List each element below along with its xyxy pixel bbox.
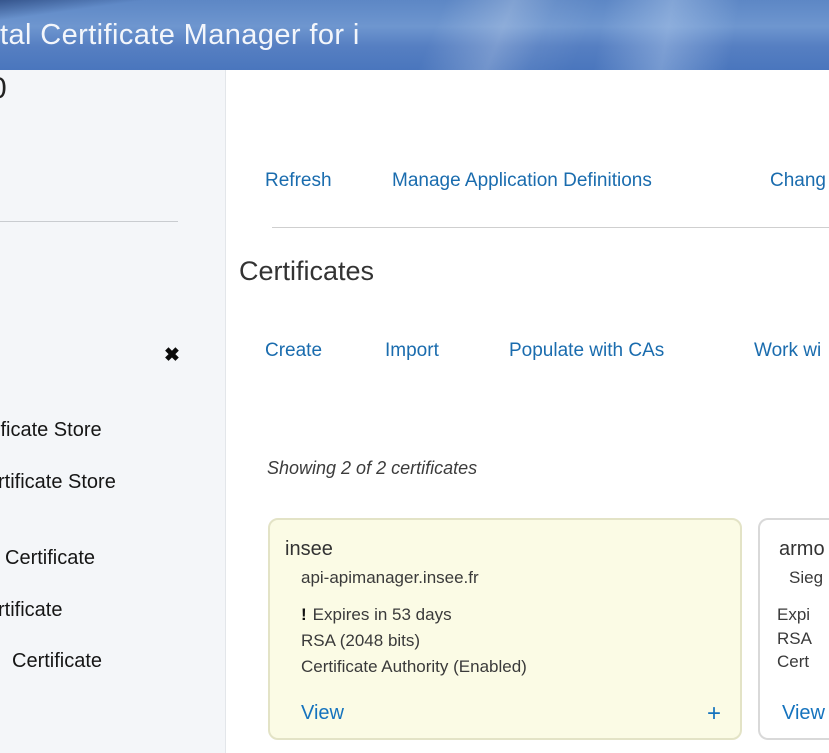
sidebar-item-certificate-2[interactable]: rtificate [0, 599, 62, 621]
certificate-name: insee [285, 538, 333, 561]
certificate-card-insee: insee api-apimanager.insee.fr ! Expires i… [268, 518, 742, 740]
manage-application-definitions-link[interactable]: Manage Application Definitions [392, 170, 652, 192]
import-link[interactable]: Import [385, 340, 439, 362]
view-link[interactable]: View [782, 702, 825, 725]
certificate-card-armo: armo Sieg Expi RSA Cert View [758, 518, 829, 740]
expand-icon[interactable]: + [707, 702, 721, 726]
certificate-key-info: RSA [777, 629, 812, 649]
sidebar-item-certificate-store-1[interactable]: ificate Store [0, 419, 102, 441]
certificate-key-info: RSA (2048 bits) [301, 631, 420, 651]
page-title: Certificates [239, 256, 374, 287]
certificate-expiry-text: Expi [777, 605, 810, 625]
certificate-name: armo [779, 538, 825, 561]
app-header: tal Certificate Manager for i [0, 0, 829, 70]
certificate-common-name: Sieg [789, 568, 823, 588]
sidebar-divider [0, 221, 178, 222]
refresh-link[interactable]: Refresh [265, 170, 332, 192]
warning-icon: ! [301, 605, 307, 624]
sidebar-item-certificate-3[interactable]: Certificate [12, 650, 102, 672]
view-link[interactable]: View [301, 702, 344, 725]
certificate-expiry: ! Expires in 53 days [301, 605, 452, 625]
certificates-count-summary: Showing 2 of 2 certificates [267, 458, 477, 479]
close-icon[interactable]: ✖ [164, 346, 180, 365]
certificate-common-name: api-apimanager.insee.fr [301, 568, 479, 588]
sidebar-item-certificate-1[interactable]: Certificate [5, 547, 95, 569]
sidebar-system-label: 0 [0, 72, 7, 106]
toolbar-divider [272, 227, 829, 228]
change-link[interactable]: Chang [770, 170, 826, 192]
create-link[interactable]: Create [265, 340, 322, 362]
sidebar-item-certificate-store-2[interactable]: rtificate Store [0, 471, 116, 493]
sidebar: 0 ✖ ificate Store rtificate Store Certif… [0, 70, 226, 753]
populate-with-cas-link[interactable]: Populate with CAs [509, 340, 664, 362]
certificate-expiry-text: Expires in 53 days [313, 605, 452, 624]
work-with-link[interactable]: Work wi [754, 340, 821, 362]
app-title: tal Certificate Manager for i [0, 19, 360, 52]
certificate-type-info: Cert [777, 652, 809, 672]
certificate-type-info: Certificate Authority (Enabled) [301, 657, 527, 677]
main-content: Refresh Manage Application Definitions C… [226, 70, 829, 753]
